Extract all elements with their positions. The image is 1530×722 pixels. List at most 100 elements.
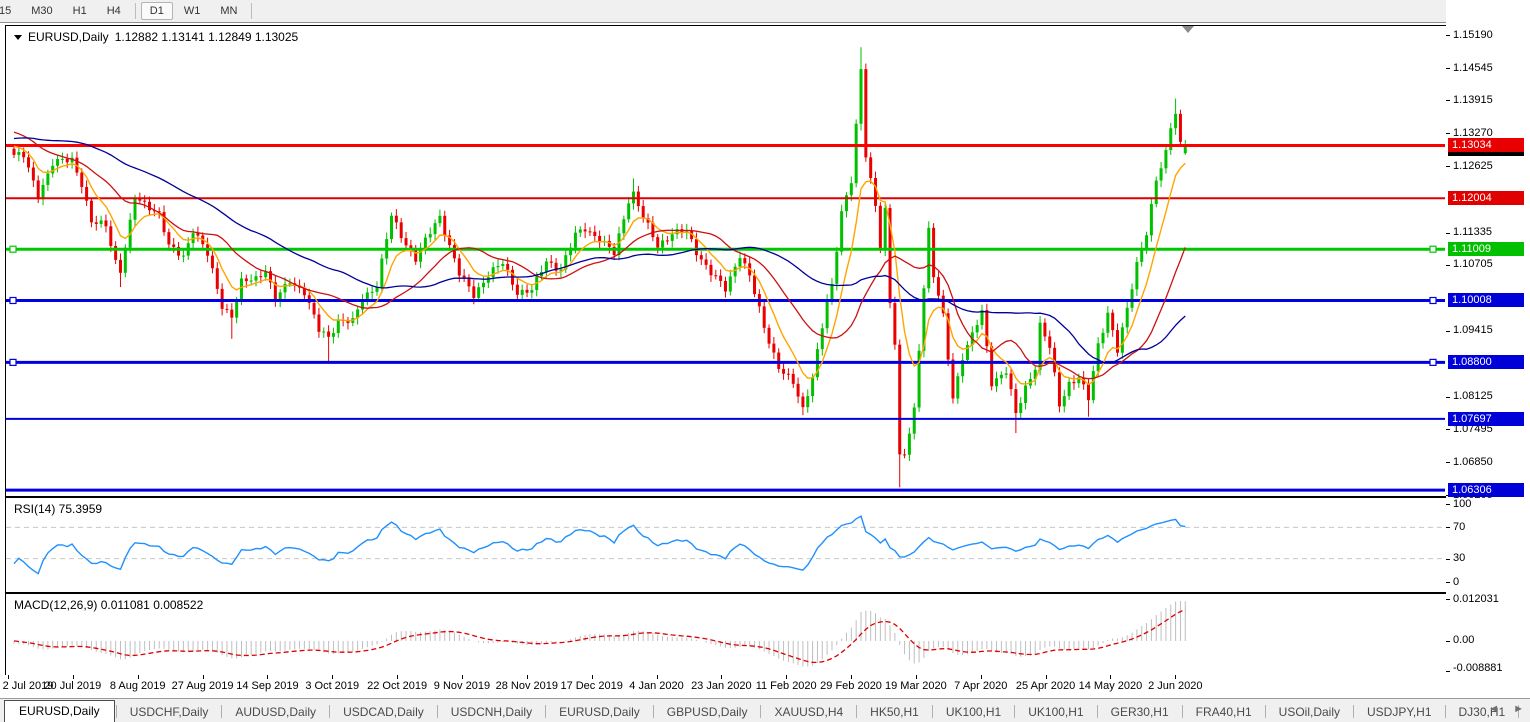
price-axis-tick [1446, 397, 1450, 398]
price-level-label: 1.10008 [1448, 293, 1524, 307]
time-axis-tick [527, 675, 528, 679]
timeframe-toolbar: 15M30H1H4 D1W1MN [0, 0, 1530, 23]
tab-audusd-daily-2[interactable]: AUDUSD,Daily [223, 702, 328, 722]
tab-separator [437, 705, 438, 718]
time-axis-label: 9 Nov 2019 [434, 680, 490, 692]
timeframe-button-h4[interactable]: H4 [98, 2, 130, 20]
tab-fra40-h1-12[interactable]: FRA40,H1 [1184, 702, 1264, 722]
time-axis-label: 27 Aug 2019 [172, 680, 234, 692]
timeframe-button-m30[interactable]: M30 [22, 2, 61, 20]
price-level-label: 1.07697 [1448, 412, 1524, 426]
rsi-indicator-pane: RSI(14) 75.3959 [5, 497, 1448, 593]
price-axis-tick [1446, 100, 1450, 101]
tab-separator [760, 705, 761, 718]
price-axis[interactable]: 1.151901.145451.139151.132701.126251.113… [1446, 0, 1530, 698]
timeframe-button-h1[interactable]: H1 [64, 2, 96, 20]
price-axis-label: 1.14545 [1453, 62, 1493, 75]
macd-axis-label: 0.012031 [1453, 593, 1499, 606]
tab-separator [856, 705, 857, 718]
price-axis-tick [1446, 35, 1450, 36]
price-axis-tick [1446, 233, 1450, 234]
tab-separator [221, 705, 222, 718]
time-axis[interactable]: 2 Jul 201920 Jul 20198 Aug 201927 Aug 20… [0, 675, 1530, 697]
price-axis-tick [1446, 265, 1450, 266]
tab-scroll-right-button[interactable]: ► [1513, 703, 1524, 715]
macd-canvas[interactable] [6, 594, 1445, 674]
time-axis-label: 19 Mar 2020 [885, 680, 947, 692]
tab-uk100-h1-9[interactable]: UK100,H1 [934, 702, 1013, 722]
time-axis-tick [657, 675, 658, 679]
tab-usdchf-daily-1[interactable]: USDCHF,Daily [118, 702, 221, 722]
tab-gbpusd-daily-6[interactable]: GBPUSD,Daily [655, 702, 760, 722]
price-axis-label: 1.13915 [1453, 94, 1493, 107]
price-axis-label: 1.09415 [1453, 324, 1493, 337]
tab-ger30-h1-11[interactable]: GER30,H1 [1099, 702, 1181, 722]
rsi-canvas[interactable] [6, 498, 1445, 590]
tab-eurusd-daily-5[interactable]: EURUSD,Daily [547, 702, 652, 722]
time-axis-label: 25 Apr 2020 [1016, 680, 1075, 692]
time-axis-tick [592, 675, 593, 679]
time-axis-label: 29 Feb 2020 [820, 680, 882, 692]
time-axis-label: 17 Dec 2019 [560, 680, 622, 692]
toolbar-separator [135, 3, 136, 19]
price-chart-canvas[interactable] [6, 26, 1445, 494]
timeframe-button-d1[interactable]: D1 [141, 2, 173, 20]
time-axis-tick [786, 675, 787, 679]
price-axis-label: 1.10705 [1453, 258, 1493, 271]
tab-separator [1182, 705, 1183, 718]
tab-separator [1014, 705, 1015, 718]
chart-shift-marker-icon[interactable] [1182, 26, 1194, 33]
time-axis-label: 22 Oct 2019 [367, 680, 427, 692]
tab-eurusd-daily-0[interactable]: EURUSD,Daily [4, 700, 115, 722]
tab-usdjpy-h1-14[interactable]: USDJPY,H1 [1355, 702, 1443, 722]
price-axis-tick [1446, 166, 1450, 167]
time-axis-tick [332, 675, 333, 679]
timeframe-button-15[interactable]: 15 [0, 2, 20, 20]
price-level-label: 1.13034 [1448, 138, 1524, 152]
time-axis-tick [267, 675, 268, 679]
toolbar-separator [251, 3, 252, 19]
time-axis-label: 2 Jun 2020 [1148, 680, 1202, 692]
price-axis-tick [1446, 429, 1450, 430]
tab-separator [116, 705, 117, 718]
price-axis-label: 1.06850 [1453, 456, 1493, 469]
macd-axis-tick [1446, 599, 1450, 600]
rsi-axis-tick [1446, 504, 1450, 505]
price-axis-label: 1.12625 [1453, 160, 1493, 173]
chart-title: EURUSD,Daily 1.12882 1.13141 1.12849 1.1… [14, 30, 298, 44]
price-axis-tick [1446, 331, 1450, 332]
macd-indicator-pane: MACD(12,26,9) 0.011081 0.008522 [5, 593, 1448, 677]
price-axis-tick [1446, 133, 1450, 134]
price-axis-label: 1.15190 [1453, 29, 1493, 42]
tab-hk50-h1-8[interactable]: HK50,H1 [858, 702, 931, 722]
time-axis-tick [73, 675, 74, 679]
timeframe-button-w1[interactable]: W1 [175, 2, 210, 20]
tab-separator [545, 705, 546, 718]
macd-axis-label: -0.008881 [1453, 662, 1503, 675]
time-axis-tick [1046, 675, 1047, 679]
tab-separator [653, 705, 654, 718]
rsi-axis-tick [1446, 559, 1450, 560]
tab-scroll-left-button[interactable]: ◄ [1488, 703, 1499, 715]
time-axis-label: 8 Aug 2019 [110, 680, 166, 692]
time-axis-tick [721, 675, 722, 679]
chart-symbol-label: EURUSD,Daily [28, 30, 109, 44]
tab-usoil-daily-13[interactable]: USOil,Daily [1267, 702, 1352, 722]
time-axis-label: 4 Jan 2020 [629, 680, 683, 692]
time-axis-tick [138, 675, 139, 679]
time-axis-label: 11 Feb 2020 [756, 680, 817, 692]
time-axis-tick [916, 675, 917, 679]
time-axis-label: 28 Nov 2019 [496, 680, 558, 692]
price-axis-label: 1.08125 [1453, 390, 1493, 403]
rsi-axis-tick [1446, 582, 1450, 583]
price-axis-label: 1.11335 [1453, 226, 1492, 239]
timeframe-button-mn[interactable]: MN [211, 2, 246, 20]
tab-usdcnh-daily-4[interactable]: USDCNH,Daily [439, 702, 544, 722]
tab-xauusd-h4-7[interactable]: XAUUSD,H4 [762, 702, 855, 722]
tab-separator [1445, 705, 1446, 718]
macd-label: MACD(12,26,9) 0.011081 0.008522 [14, 598, 203, 612]
tab-usdcad-daily-3[interactable]: USDCAD,Daily [331, 702, 436, 722]
time-axis-tick [851, 675, 852, 679]
dropdown-arrow-icon[interactable] [14, 35, 22, 40]
tab-uk100-h1-10[interactable]: UK100,H1 [1016, 702, 1095, 722]
